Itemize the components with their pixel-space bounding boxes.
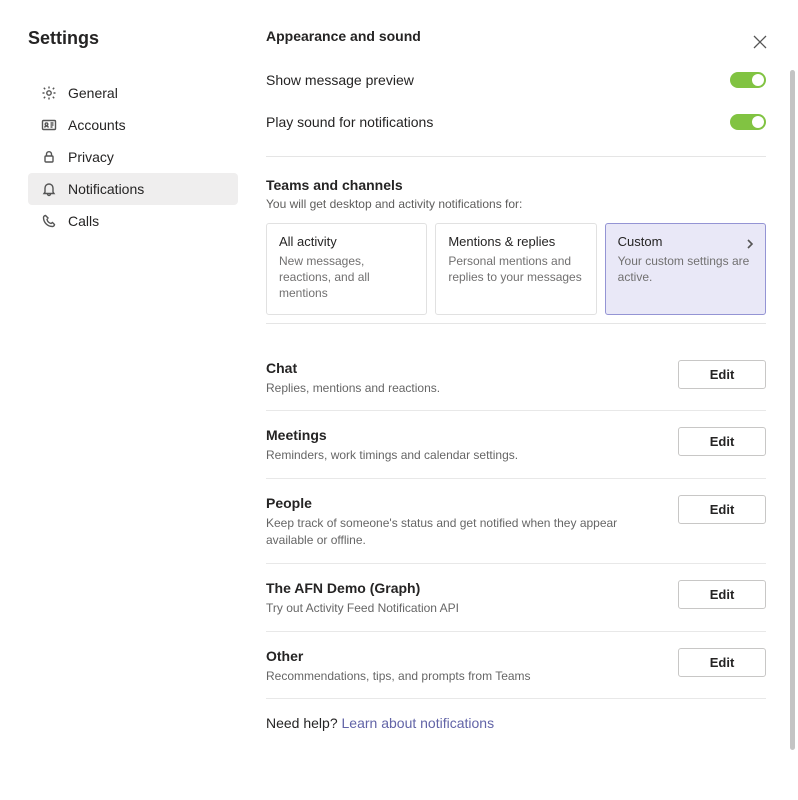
item-desc: Recommendations, tips, and prompts from … (266, 668, 658, 685)
close-button[interactable] (750, 32, 770, 52)
card-title: Custom (618, 234, 753, 249)
option-card-mentions-replies[interactable]: Mentions & replies Personal mentions and… (435, 223, 596, 315)
section-header-appearance: Appearance and sound (266, 28, 766, 44)
option-card-custom[interactable]: Custom Your custom settings are active. (605, 223, 766, 315)
toggle-row-sound: Play sound for notifications (266, 106, 766, 148)
sidebar: Settings General Accounts Privacy (28, 28, 238, 784)
section-desc: You will get desktop and activity notifi… (266, 197, 766, 211)
item-row-people: People Keep track of someone's status an… (266, 479, 766, 564)
item-row-meetings: Meetings Reminders, work timings and cal… (266, 411, 766, 479)
help-row: Need help? Learn about notifications (266, 699, 766, 761)
sidebar-item-label: General (68, 85, 118, 101)
item-title: People (266, 495, 658, 511)
item-desc: Try out Activity Feed Notification API (266, 600, 658, 617)
sidebar-item-general[interactable]: General (28, 77, 238, 109)
page-title: Settings (28, 28, 238, 49)
sidebar-item-label: Privacy (68, 149, 114, 165)
item-title: Other (266, 648, 658, 664)
sidebar-item-accounts[interactable]: Accounts (28, 109, 238, 141)
sidebar-item-privacy[interactable]: Privacy (28, 141, 238, 173)
phone-icon (40, 212, 58, 230)
toggle-label: Show message preview (266, 72, 414, 88)
lock-icon (40, 148, 58, 166)
card-desc: Personal mentions and replies to your me… (448, 253, 583, 285)
toggle-label: Play sound for notifications (266, 114, 433, 130)
option-card-all-activity[interactable]: All activity New messages, reactions, an… (266, 223, 427, 315)
card-title: Mentions & replies (448, 234, 583, 249)
edit-button-meetings[interactable]: Edit (678, 427, 766, 456)
item-desc: Keep track of someone's status and get n… (266, 515, 658, 549)
section-header-teams: Teams and channels (266, 177, 766, 193)
help-prefix: Need help? (266, 715, 342, 731)
nav-list: General Accounts Privacy Notifications (28, 77, 238, 237)
sidebar-item-label: Calls (68, 213, 99, 229)
help-link[interactable]: Learn about notifications (342, 715, 495, 731)
gear-icon (40, 84, 58, 102)
toggle-row-preview: Show message preview (266, 64, 766, 106)
item-desc: Replies, mentions and reactions. (266, 380, 658, 397)
divider (266, 323, 766, 324)
edit-button-people[interactable]: Edit (678, 495, 766, 524)
toggle-play-sound[interactable] (730, 114, 766, 130)
section-appearance: Appearance and sound Show message previe… (266, 28, 766, 148)
chevron-right-icon (745, 236, 755, 252)
edit-button-chat[interactable]: Edit (678, 360, 766, 389)
scrollbar-thumb[interactable] (790, 70, 795, 750)
main-content: Appearance and sound Show message previe… (238, 28, 774, 784)
option-cards: All activity New messages, reactions, an… (266, 223, 766, 315)
bell-icon (40, 180, 58, 198)
section-teams-channels: Teams and channels You will get desktop … (266, 177, 766, 315)
item-row-other: Other Recommendations, tips, and prompts… (266, 632, 766, 700)
card-desc: Your custom settings are active. (618, 253, 753, 285)
item-title: The AFN Demo (Graph) (266, 580, 658, 596)
card-title: All activity (279, 234, 414, 249)
sidebar-item-label: Notifications (68, 181, 144, 197)
sidebar-item-calls[interactable]: Calls (28, 205, 238, 237)
sidebar-item-label: Accounts (68, 117, 126, 133)
toggle-show-preview[interactable] (730, 72, 766, 88)
edit-button-other[interactable]: Edit (678, 648, 766, 677)
card-desc: New messages, reactions, and all mention… (279, 253, 414, 302)
item-title: Meetings (266, 427, 658, 443)
sidebar-item-notifications[interactable]: Notifications (28, 173, 238, 205)
item-row-chat: Chat Replies, mentions and reactions. Ed… (266, 344, 766, 412)
item-title: Chat (266, 360, 658, 376)
edit-button-afn-demo[interactable]: Edit (678, 580, 766, 609)
id-card-icon (40, 116, 58, 134)
divider (266, 156, 766, 157)
item-row-afn-demo: The AFN Demo (Graph) Try out Activity Fe… (266, 564, 766, 632)
item-desc: Reminders, work timings and calendar set… (266, 447, 658, 464)
